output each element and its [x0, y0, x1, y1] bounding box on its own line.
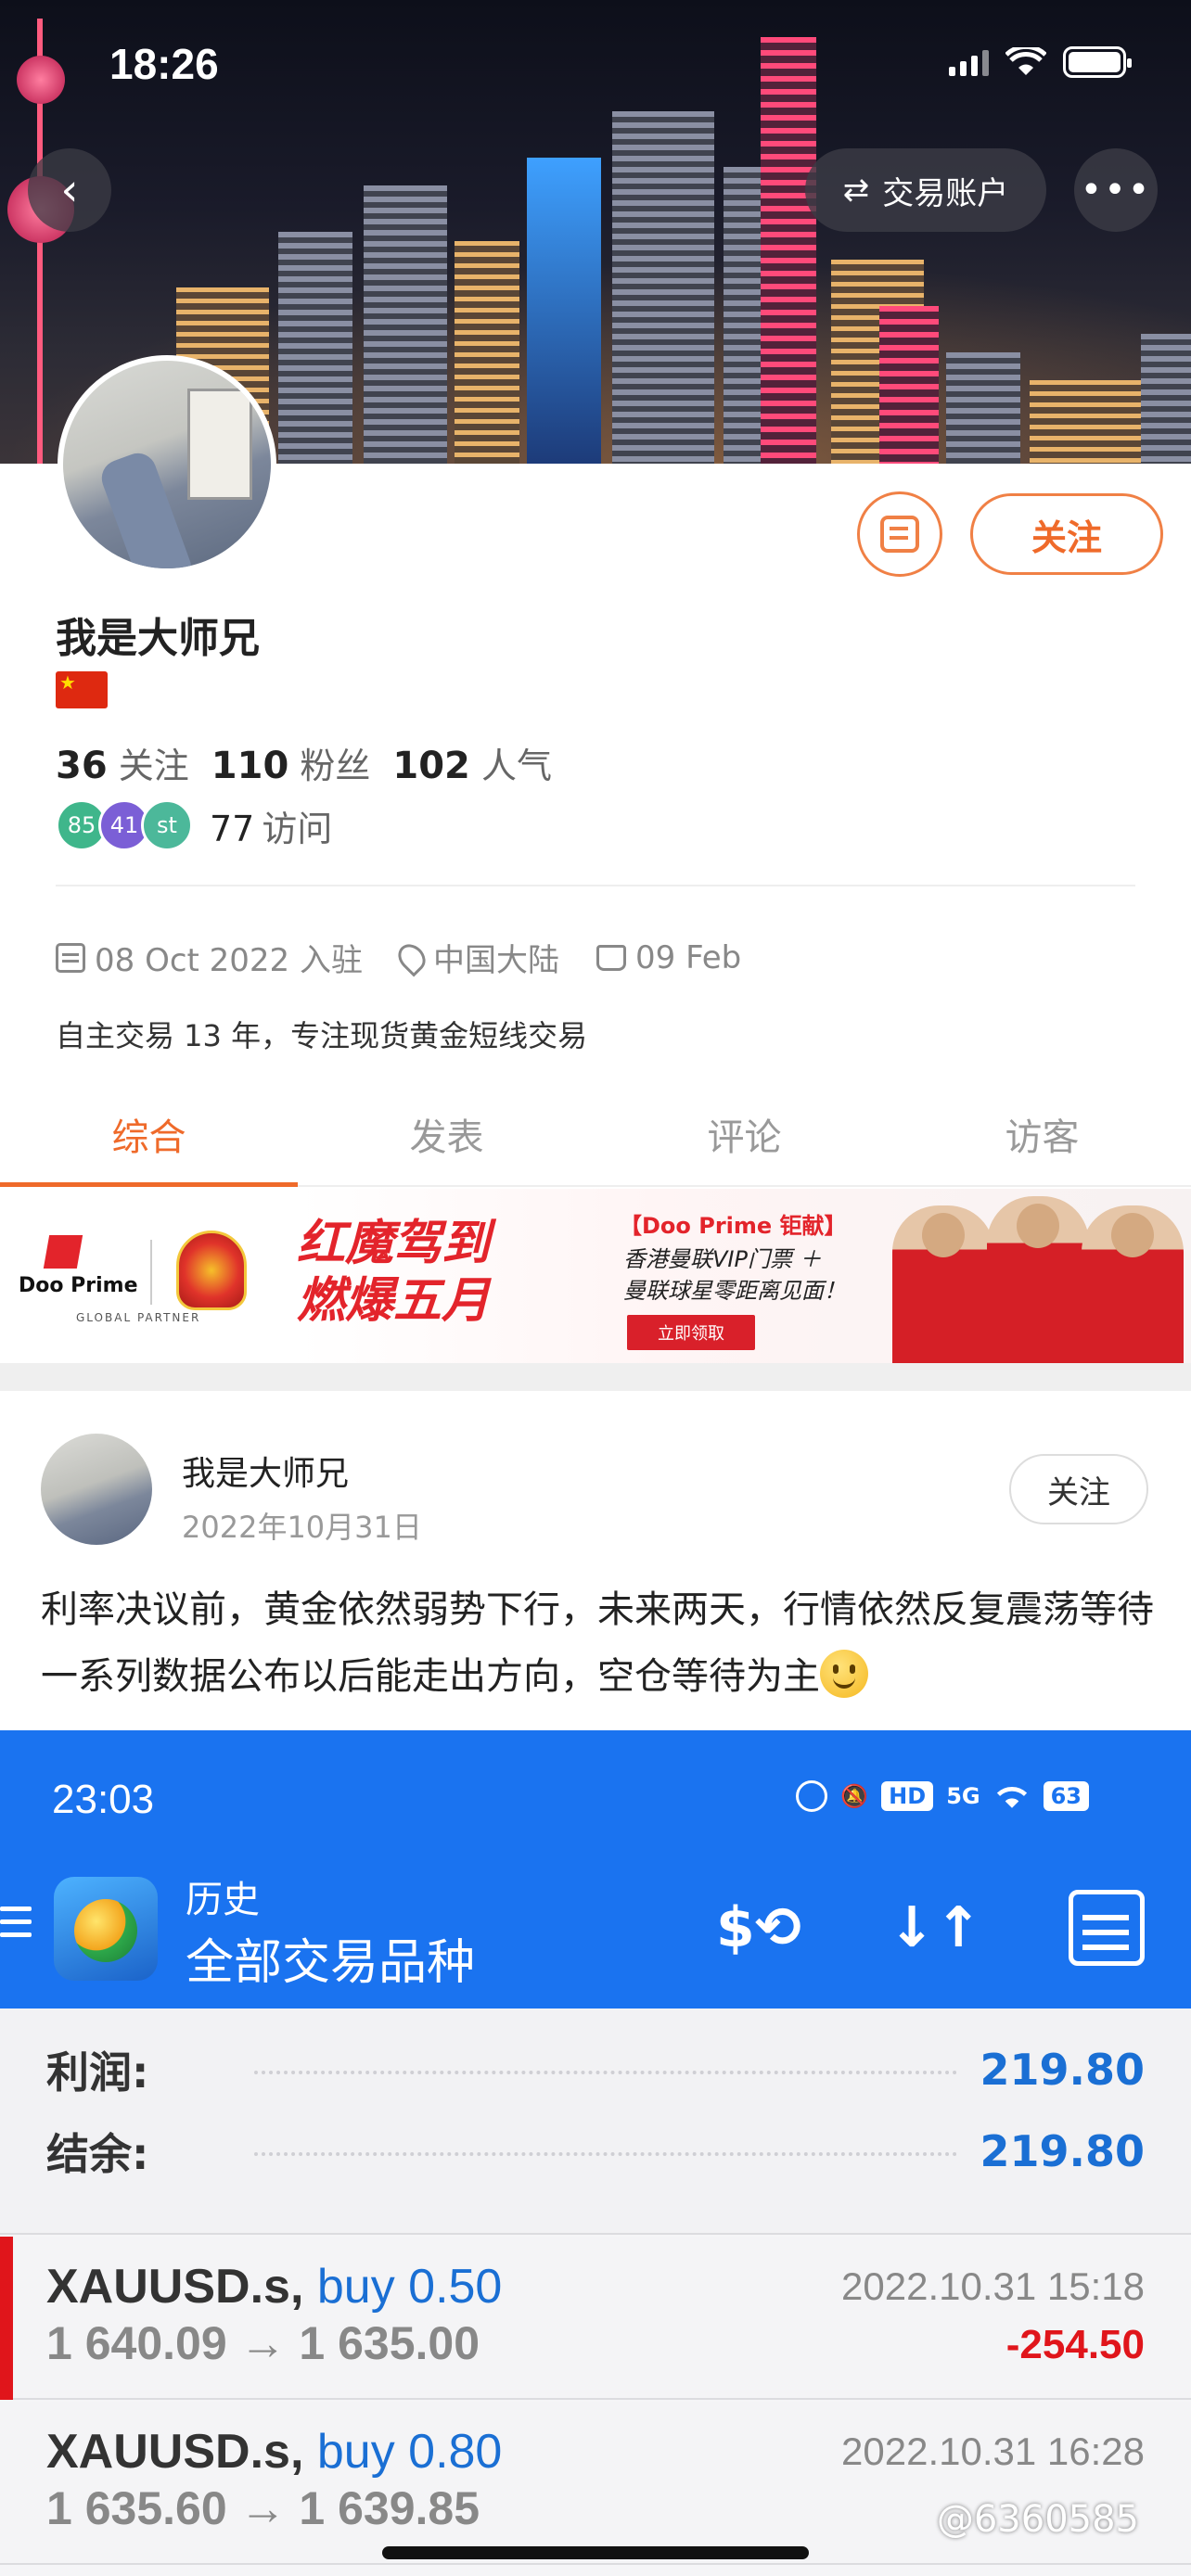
mt-title-large: 全部交易品种: [186, 1935, 476, 1991]
more-dots-icon: •••: [1080, 169, 1152, 211]
banner-line-2: 曼联球星零距离见面！: [623, 1278, 846, 1304]
alarm-icon: [796, 1780, 828, 1812]
post-author-name[interactable]: 我是大师兄: [182, 1447, 349, 1495]
mt-header: 23:03 🔕 HD 5G 63 历史 全部交易品种 $⟲ ↓↑: [0, 1730, 1191, 2009]
trading-account-button[interactable]: ⇄ 交易账户: [805, 148, 1046, 232]
profile-meta: 08 Oct 2022 入驻 中国大陆 09 Feb: [56, 935, 741, 980]
summary-balance: 结余: 219.80: [46, 2126, 1145, 2179]
stat-following[interactable]: 36 关注: [56, 737, 189, 788]
section-separator: [0, 1363, 1191, 1391]
battery-icon: [1063, 46, 1132, 78]
message-button[interactable]: [857, 491, 942, 577]
message-icon: [880, 516, 919, 553]
join-date: 08 Oct 2022 入驻: [95, 942, 363, 979]
birthday-cake-icon: [596, 944, 626, 971]
visitors-row[interactable]: 85 41 st 77 访问: [56, 799, 332, 851]
mt-title-small: 历史: [186, 1879, 260, 1921]
post-date: 2022年10月31日: [182, 1510, 422, 1545]
stat-popularity: 102 人气: [392, 745, 552, 787]
status-icons: [949, 46, 1132, 78]
mt-status-time: 23:03: [52, 1777, 155, 1822]
metatrader-logo-icon: [54, 1877, 158, 1981]
tab-overview[interactable]: 综合: [0, 1079, 298, 1187]
location-pin-icon: [392, 937, 431, 977]
sort-icon: ↓↑: [889, 1895, 982, 1960]
status-time: 18:26: [109, 40, 219, 88]
banner-headline: 红魔驾到 燃爆五月: [297, 1216, 491, 1329]
post-text[interactable]: 利率决议前，黄金依然弱势下行，未来两天，行情依然反复震荡等待一系列数据公布以后能…: [41, 1576, 1154, 1710]
divider: [56, 885, 1135, 886]
visit-count: 77 访问: [210, 808, 333, 849]
watermark: @6360585: [936, 2498, 1139, 2541]
wifi-icon: [996, 1787, 1027, 1808]
back-button[interactable]: ‹: [28, 148, 111, 232]
promo-banner[interactable]: Doo Prime GLOBAL PARTNER 红魔驾到 燃爆五月 【Doo …: [0, 1189, 1191, 1363]
mute-icon: 🔕: [840, 1783, 869, 1809]
post-author-avatar[interactable]: [41, 1434, 152, 1545]
wifi-icon: [1005, 47, 1046, 75]
player-image: [987, 1196, 1089, 1363]
player-image: [892, 1205, 994, 1363]
tab-visitors[interactable]: 访客: [893, 1079, 1191, 1185]
currency-exchange-icon: $⟲: [716, 1895, 802, 1960]
profile-stats: 36 关注 110 粉丝 102 人气: [56, 737, 565, 788]
banner-line-1: 香港曼联VIP门票 ＋: [623, 1246, 822, 1272]
hamburger-menu-icon: [0, 1906, 32, 1945]
summary-profit: 利润: 219.80: [46, 2045, 1145, 2098]
trade-row: XAUUSD.s, buy 0.50 1 640.09 → 1 635.00 2…: [0, 2237, 1191, 2400]
profile-name: 我是大师兄: [56, 615, 260, 662]
tab-comments[interactable]: 评论: [596, 1079, 893, 1185]
profile-bio: 自主交易 13 年，专注现货黄金短线交易: [56, 1018, 588, 1053]
post-follow-button[interactable]: 关注: [1009, 1454, 1148, 1524]
mt-status-icons: 🔕 HD 5G 63: [796, 1780, 1089, 1812]
network-5g-icon: 5G: [946, 1783, 980, 1809]
trading-account-label: 交易账户: [882, 174, 1009, 212]
smile-emoji-icon: [820, 1650, 868, 1698]
more-button[interactable]: •••: [1074, 148, 1158, 232]
banner-tag: 【Doo Prime 钜献】: [620, 1213, 847, 1239]
battery-level: 63: [1043, 1781, 1089, 1811]
banner-brand-sub: GLOBAL PARTNER: [76, 1311, 201, 1324]
calendar-icon: [56, 942, 85, 973]
visitor-avatar: st: [141, 799, 193, 851]
profile-avatar[interactable]: [58, 355, 276, 574]
home-indicator: [382, 2546, 809, 2559]
profile-tabs: 综合 发表 评论 访客: [0, 1079, 1191, 1187]
calendar-icon: [1069, 1890, 1145, 1966]
stat-fans[interactable]: 110 粉丝: [211, 737, 371, 788]
banner-cta-button[interactable]: 立即领取: [627, 1315, 755, 1350]
hd-icon: HD: [881, 1781, 934, 1811]
chevron-left-icon: ‹: [60, 164, 79, 216]
doo-prime-logo: Doo Prime: [19, 1235, 138, 1297]
player-image: [1082, 1205, 1184, 1363]
mt-summary: 利润: 219.80 结余: 219.80: [0, 2009, 1191, 2235]
signal-icon: [949, 48, 989, 76]
follow-button[interactable]: 关注: [970, 493, 1163, 575]
manchester-united-crest-icon: [176, 1231, 247, 1310]
tab-posts[interactable]: 发表: [298, 1079, 596, 1185]
birthday: 09 Feb: [635, 938, 742, 976]
china-flag-icon: [56, 671, 108, 708]
swap-icon: ⇄: [842, 172, 870, 209]
post-image-trade-history[interactable]: 23:03 🔕 HD 5G 63 历史 全部交易品种 $⟲ ↓↑ 利润: 219…: [0, 1730, 1191, 2576]
location: 中国大陆: [433, 942, 559, 979]
